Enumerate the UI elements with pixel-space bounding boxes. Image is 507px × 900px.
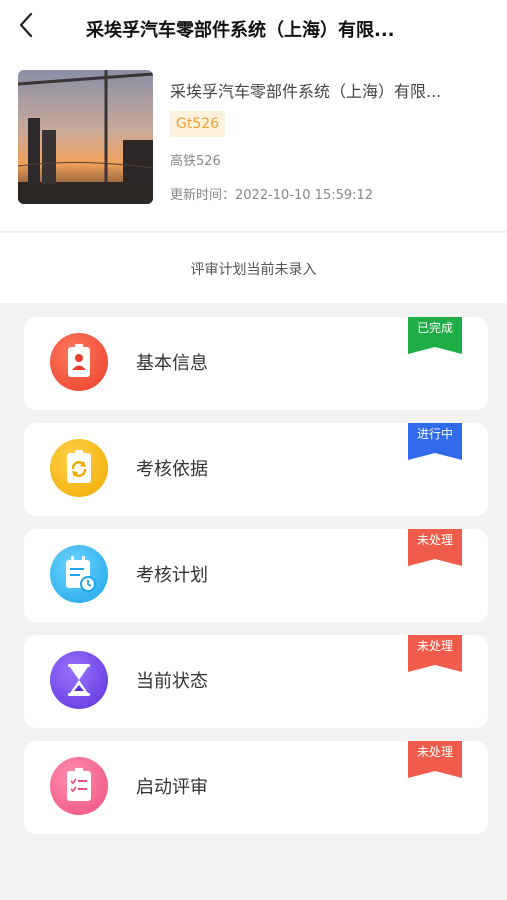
status-badge: 未处理 (408, 529, 462, 566)
company-info-panel: 采埃孚汽车零部件系统（上海）有限... Gt526 高铁526 更新时间：202… (0, 56, 507, 232)
calendar-clock-icon (50, 545, 108, 603)
status-badge: 进行中 (408, 423, 462, 460)
refresh-clipboard-icon (50, 439, 108, 497)
status-badge-label: 未处理 (416, 639, 453, 653)
status-badge: 未处理 (408, 741, 462, 778)
id-badge-icon (50, 333, 108, 391)
company-sub-name: 高铁526 (170, 154, 221, 169)
update-time: 更新时间：2022-10-10 15:59:12 (170, 188, 374, 203)
card-current-status[interactable]: 当前状态 未处理 (24, 635, 488, 728)
hourglass-icon (50, 651, 108, 709)
company-photo (18, 70, 153, 204)
header-bar: 采埃孚汽车零部件系统（上海）有限... (0, 0, 507, 56)
company-name: 采埃孚汽车零部件系统（上海）有限... (170, 82, 442, 101)
card-assessment-basis[interactable]: 考核依据 进行中 (24, 423, 488, 516)
card-label: 当前状态 (136, 671, 208, 692)
card-start-review[interactable]: 启动评审 未处理 (24, 741, 488, 834)
status-badge-label: 已完成 (416, 321, 453, 335)
status-badge-label: 未处理 (416, 745, 453, 759)
status-badge-label: 未处理 (416, 533, 453, 547)
back-arrow-icon[interactable] (14, 10, 42, 40)
company-code-tag: Gt526 (170, 111, 226, 137)
review-plan-notice: 评审计划当前未录入 (190, 262, 317, 278)
card-assessment-plan[interactable]: 考核计划 未处理 (24, 529, 488, 622)
card-label: 启动评审 (136, 777, 208, 798)
card-label: 考核计划 (136, 565, 208, 586)
status-badge-label: 进行中 (416, 427, 453, 441)
card-basic-info[interactable]: 基本信息 已完成 (24, 317, 488, 410)
notice-bar: 评审计划当前未录入 (0, 233, 507, 303)
page-title: 采埃孚汽车零部件系统（上海）有限... (86, 20, 395, 41)
status-badge: 已完成 (408, 317, 462, 354)
status-badge: 未处理 (408, 635, 462, 672)
checklist-icon (50, 757, 108, 815)
card-label: 考核依据 (136, 459, 208, 480)
card-label: 基本信息 (136, 353, 208, 374)
